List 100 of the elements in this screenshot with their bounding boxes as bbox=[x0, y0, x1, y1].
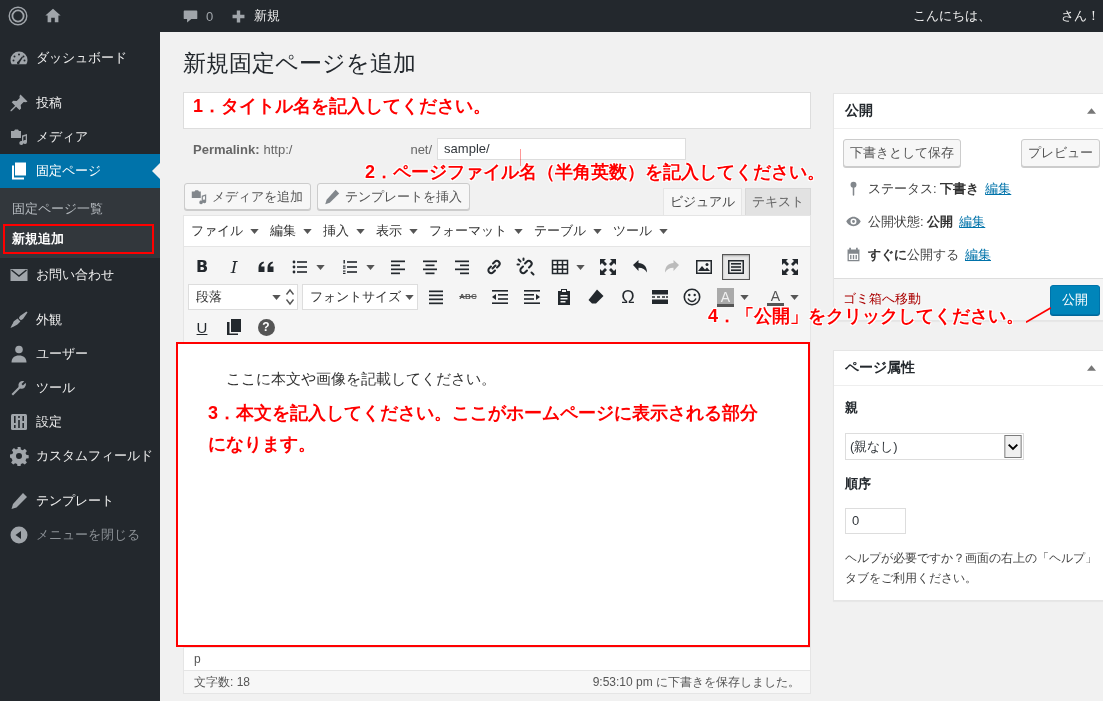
media-icon bbox=[190, 187, 208, 206]
user-icon bbox=[9, 344, 29, 364]
collapse-icon bbox=[9, 525, 29, 545]
caret-icon bbox=[790, 294, 800, 300]
outdent-icon bbox=[490, 287, 510, 307]
insert-template-button[interactable]: テンプレートを挿入 bbox=[317, 183, 470, 210]
body-text: ここに本文や画像を記載してください。 bbox=[226, 370, 497, 389]
menu-item[interactable]: ユーザー bbox=[0, 337, 160, 371]
comments-link[interactable]: 0 bbox=[182, 7, 214, 25]
pages-icon bbox=[9, 161, 29, 181]
menu-item[interactable]: 固定ページ bbox=[0, 154, 160, 188]
menu-item[interactable]: 設定 bbox=[0, 405, 160, 439]
annotation-text: 4．「公開」をクリックしてください。 bbox=[708, 305, 1024, 328]
permalink-label: Permalink: bbox=[193, 141, 260, 157]
expand-arrows-icon bbox=[780, 257, 800, 277]
gear-icon bbox=[9, 446, 29, 466]
strikethrough-button[interactable]: ABC bbox=[454, 284, 482, 310]
edit-link[interactable]: 編集 bbox=[959, 212, 986, 231]
help-text: ヘルプが必要ですか？画面の右上の「ヘルプ」タブをご利用ください。 bbox=[845, 550, 1098, 587]
menu-item[interactable]: 投稿 bbox=[0, 86, 160, 120]
menu-item[interactable]: メディア bbox=[0, 120, 160, 154]
collapse-menu-button[interactable]: メニューを閉じる bbox=[0, 518, 140, 552]
edit-link[interactable]: 編集 bbox=[985, 179, 1012, 198]
submenu-item[interactable]: 固定ページ一覧 bbox=[3, 194, 154, 224]
indent-icon bbox=[522, 287, 542, 307]
word-count: 文字数: 18 bbox=[194, 673, 250, 691]
annotation-text: 2．ページファイル名（半角英数）を記入してください。 bbox=[365, 161, 825, 184]
publish-setting-text: すぐに公開する bbox=[868, 245, 959, 264]
toolbar-rows-icon bbox=[726, 257, 746, 277]
annotation-text: 3．本文を記入してください。ここがホームページに表示される部分になります。 bbox=[208, 402, 759, 456]
caret-icon bbox=[659, 228, 668, 234]
table-icon bbox=[549, 257, 570, 277]
element-path[interactable]: p bbox=[194, 652, 201, 666]
title-field[interactable] bbox=[183, 92, 811, 129]
edit-link[interactable]: 編集 bbox=[965, 245, 991, 264]
toolbar-toggle-button[interactable] bbox=[722, 254, 750, 280]
greeting-text[interactable]: こんにちは、 bbox=[913, 7, 991, 25]
menu-button[interactable]: ファイル bbox=[191, 222, 259, 240]
menu-button[interactable]: 挿入 bbox=[323, 222, 365, 240]
publish-setting-text: ステータス: 下書き bbox=[868, 179, 980, 198]
caret-icon bbox=[365, 264, 375, 270]
menu-item[interactable]: ダッシュボード bbox=[0, 41, 160, 75]
menu-item[interactable]: 外観 bbox=[0, 303, 160, 337]
brush-icon bbox=[9, 310, 29, 330]
editor-tab[interactable]: ビジュアル bbox=[663, 188, 742, 215]
annotation-text: 1．タイトル名を記入してください。 bbox=[193, 95, 491, 118]
menu-button[interactable]: 編集 bbox=[270, 222, 312, 240]
field-label: 順序 bbox=[845, 475, 872, 493]
font-size-select[interactable]: フォントサイズ bbox=[302, 284, 418, 310]
caret-icon bbox=[405, 294, 414, 300]
toggle-arrow-icon[interactable] bbox=[1087, 365, 1096, 371]
special-character-button[interactable]: Ω bbox=[614, 284, 642, 310]
menu-item[interactable]: カスタムフィールド bbox=[0, 439, 160, 473]
menu-button[interactable]: 表示 bbox=[376, 222, 418, 240]
caret-icon bbox=[272, 294, 281, 300]
add-media-button[interactable]: メディアを追加 bbox=[184, 183, 311, 210]
caret-icon bbox=[303, 228, 312, 234]
calendar-icon bbox=[845, 246, 862, 263]
order-field[interactable]: 0 bbox=[845, 508, 906, 534]
menu-item[interactable]: ツール bbox=[0, 371, 160, 405]
greeting-text[interactable]: さん！ bbox=[1061, 7, 1100, 25]
permalink-url: net/ bbox=[410, 141, 433, 157]
caret-icon bbox=[315, 264, 325, 270]
expand-arrows-icon bbox=[598, 257, 618, 277]
menu-item[interactable]: お問い合わせ bbox=[0, 258, 160, 292]
preview-button[interactable]: プレビュー bbox=[1021, 139, 1100, 167]
publish-setting-text: 公開状態: 公開 bbox=[868, 212, 954, 231]
pushpin-icon bbox=[9, 93, 29, 113]
bold-button[interactable]: B bbox=[188, 254, 216, 280]
pencil-icon bbox=[323, 187, 341, 206]
caret-icon bbox=[514, 228, 523, 234]
copy-icon bbox=[224, 317, 244, 337]
image-icon bbox=[694, 257, 714, 277]
menu-item[interactable]: テンプレート bbox=[0, 484, 160, 518]
submenu-item[interactable]: 新規追加 bbox=[3, 224, 154, 254]
editor-tab[interactable]: テキスト bbox=[745, 188, 811, 215]
field-label: 親 bbox=[845, 399, 859, 417]
media-icon bbox=[9, 127, 29, 147]
menu-button[interactable]: テーブル bbox=[534, 222, 602, 240]
underline-button[interactable]: U bbox=[188, 314, 216, 340]
smiley-icon bbox=[682, 287, 702, 307]
menu-button[interactable]: フォーマット bbox=[429, 222, 523, 240]
new-content-link[interactable]: 新規 bbox=[230, 7, 281, 25]
menu-button[interactable]: ツール bbox=[613, 222, 668, 240]
autosave-status: 9:53:10 pm に下書きを保存しました。 bbox=[592, 673, 800, 691]
italic-button[interactable]: I bbox=[220, 254, 248, 280]
home-icon[interactable] bbox=[44, 7, 62, 25]
logo-icon[interactable] bbox=[8, 6, 28, 26]
help-button[interactable]: ? bbox=[252, 314, 280, 340]
caret-icon bbox=[356, 228, 365, 234]
trash-link[interactable]: ゴミ箱へ移動 bbox=[843, 289, 921, 308]
caret-icon bbox=[740, 294, 750, 300]
parent-select[interactable]: (親なし) bbox=[845, 433, 1024, 460]
publish-button[interactable]: 公開 bbox=[1050, 284, 1100, 315]
save-draft-button[interactable]: 下書きとして保存 bbox=[843, 139, 961, 167]
permalink-url: http:/ bbox=[263, 141, 293, 157]
paragraph-format-select[interactable]: 段落 bbox=[188, 284, 298, 310]
caret-icon bbox=[250, 228, 259, 234]
slug-field[interactable]: sample/ bbox=[437, 138, 687, 160]
toggle-arrow-icon[interactable] bbox=[1087, 108, 1096, 114]
